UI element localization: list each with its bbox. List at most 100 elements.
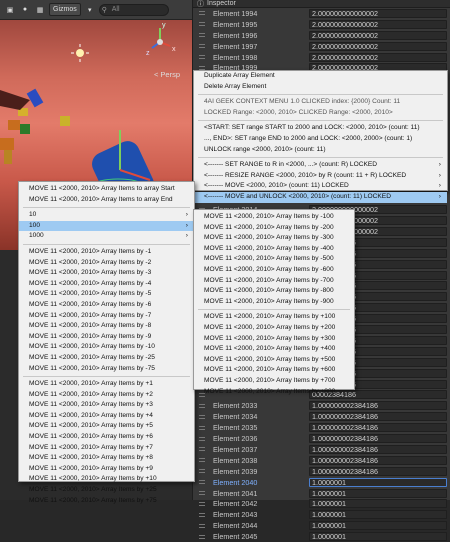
element-row[interactable]: Element 2045 1.0000001 [199,531,447,542]
element-value-field[interactable]: 1.0000001 [309,499,447,509]
move-by-negative-item[interactable]: MOVE 11 <2000, 2010> Array Items by -1 [19,247,194,258]
element-row[interactable]: Element 2039 1.000000002384186 [199,466,447,477]
element-value-field[interactable]: 1.0000001 [309,521,447,531]
move-by-negative-item[interactable]: MOVE 11 <2000, 2010> Array Items by -10 [19,342,194,353]
draw-mode-icon[interactable]: ▣ [4,4,16,16]
delete-element-item[interactable]: Delete Array Element [194,82,447,93]
move-by-negative-100-item[interactable]: MOVE 11 <2000, 2010> Array Items by -100 [194,212,354,223]
unlock-range-item[interactable]: UNLOCK range <2000, 2010> (count: 11) [194,145,447,156]
element-row[interactable]: Element 1998 2.000000000000002 [199,52,447,63]
move-by-negative-item[interactable]: MOVE 11 <2000, 2010> Array Items by -8 [19,321,194,332]
drag-handle-icon[interactable] [199,512,205,517]
element-value-field[interactable]: 1.0000001 [309,477,447,487]
move-to-end-item[interactable]: MOVE 11 <2000, 2010> Array Items to arra… [19,195,194,206]
gizmos-button[interactable]: Gizmos [49,3,81,16]
move-item[interactable]: <------- MOVE <2000, 2010> (count: 11) L… [194,181,447,192]
set-range-item[interactable]: <------- SET RANGE to R in <2000, ...> (… [194,160,447,171]
group-10-item[interactable]: 10 › [19,210,194,221]
move-by-negative-item[interactable]: MOVE 11 <2000, 2010> Array Items by -2 [19,258,194,269]
element-value-field[interactable]: 1.000000002384186 [309,455,447,465]
duplicate-element-item[interactable]: Duplicate Array Element [194,71,447,82]
element-value-field[interactable]: 1.0000001 [309,510,447,520]
move-by-negative-100-item[interactable]: MOVE 11 <2000, 2010> Array Items by -800 [194,286,354,297]
move-by-negative-item[interactable]: MOVE 11 <2000, 2010> Array Items by -3 [19,268,194,279]
move-by-positive-item[interactable]: MOVE 11 <2000, 2010> Array Items by +3 [19,400,194,411]
drag-handle-icon[interactable] [199,480,205,485]
element-row[interactable]: Element 2034 1.000000002384186 [199,411,447,422]
move-by-negative-100-item[interactable]: MOVE 11 <2000, 2010> Array Items by -400 [194,244,354,255]
drag-handle-icon[interactable] [199,33,205,38]
element-row[interactable]: Element 1995 2.000000000000002 [199,19,447,30]
move-by-negative-100-item[interactable]: MOVE 11 <2000, 2010> Array Items by -600 [194,265,354,276]
element-value-field[interactable]: 2.000000000000002 [309,8,447,18]
move-by-negative-item[interactable]: MOVE 11 <2000, 2010> Array Items by -9 [19,332,194,343]
element-value-field[interactable]: 2.000000000000002 [309,30,447,40]
element-row[interactable]: Element 2036 1.000000002384186 [199,433,447,444]
move-by-positive-item[interactable]: MOVE 11 <2000, 2010> Array Items by +2 [19,390,194,401]
move-by-positive-100-item[interactable]: MOVE 11 <2000, 2010> Array Items by +300 [194,334,354,345]
drag-handle-icon[interactable] [199,414,205,419]
move-by-positive-item[interactable]: MOVE 11 <2000, 2010> Array Items by +5 [19,421,194,432]
move-and-unlock-item[interactable]: <------- MOVE and UNLOCK <2000, 2010> (c… [194,191,447,203]
move-by-positive-100-item[interactable]: MOVE 11 <2000, 2010> Array Items by +100 [194,312,354,323]
element-row[interactable]: Element 2033 1.000000002384186 [199,400,447,411]
move-by-negative-100-item[interactable]: MOVE 11 <2000, 2010> Array Items by -900 [194,297,354,308]
element-value-field[interactable]: 2.000000000000002 [309,19,447,29]
element-value-field[interactable]: 1.000000002384186 [309,434,447,444]
move-by-negative-item[interactable]: MOVE 11 <2000, 2010> Array Items by -7 [19,311,194,322]
resize-range-item[interactable]: <------- RESIZE RANGE <2000, 2010> by R … [194,171,447,182]
element-row[interactable]: Element 2042 1.0000001 [199,499,447,510]
element-value-field[interactable]: 1.0000001 [309,532,447,542]
move-by-positive-item[interactable]: MOVE 11 <2000, 2010> Array Items by +25 [19,485,194,496]
set-range-start-item[interactable]: <START: SET range START to 2000 and LOCK… [194,123,447,134]
element-row[interactable]: Element 2041 1.0000001 [199,488,447,499]
inspector-tab[interactable]: ⓘ Inspector [193,0,450,8]
move-by-negative-item[interactable]: MOVE 11 <2000, 2010> Array Items by -6 [19,300,194,311]
drag-handle-icon[interactable] [199,44,205,49]
element-row[interactable]: Element 2044 1.0000001 [199,520,447,531]
element-value-field[interactable]: 1.000000002384186 [309,412,447,422]
element-row[interactable]: Element 2037 1.000000002384186 [199,444,447,455]
move-by-negative-100-item[interactable]: MOVE 11 <2000, 2010> Array Items by -300 [194,233,354,244]
move-by-positive-item[interactable]: MOVE 11 <2000, 2010> Array Items by +1 [19,379,194,390]
grid-icon[interactable]: ▦ [34,4,46,16]
move-by-positive-item[interactable]: MOVE 11 <2000, 2010> Array Items by +6 [19,432,194,443]
move-by-positive-item[interactable]: MOVE 11 <2000, 2010> Array Items by +4 [19,411,194,422]
move-by-negative-100-item[interactable]: MOVE 11 <2000, 2010> Array Items by -200 [194,223,354,234]
drag-handle-icon[interactable] [199,447,205,452]
element-value-field[interactable]: 2.000000000000002 [309,52,447,62]
element-row[interactable]: Element 2035 1.000000002384186 [199,422,447,433]
move-to-start-item[interactable]: MOVE 11 <2000, 2010> Array Items to arra… [19,184,194,195]
move-by-positive-100-item[interactable]: MOVE 11 <2000, 2010> Array Items by +200 [194,323,354,334]
move-by-negative-item[interactable]: MOVE 11 <2000, 2010> Array Items by -4 [19,279,194,290]
move-by-negative-item[interactable]: MOVE 11 <2000, 2010> Array Items by -5 [19,289,194,300]
drag-handle-icon[interactable] [199,11,205,16]
group-1000-item[interactable]: 1000 › [19,231,194,242]
element-row[interactable]: Element 2038 1.000000002384186 [199,455,447,466]
element-row[interactable]: Element 1994 2.000000000000002 [199,8,447,19]
drag-handle-icon[interactable] [199,425,205,430]
move-by-negative-100-item[interactable]: MOVE 11 <2000, 2010> Array Items by -500 [194,254,354,265]
move-by-positive-item[interactable]: MOVE 11 <2000, 2010> Array Items by +8 [19,453,194,464]
drag-handle-icon[interactable] [199,55,205,60]
move-by-positive-100-item[interactable]: MOVE 11 <2000, 2010> Array Items by +700 [194,376,354,387]
drag-handle-icon[interactable] [199,436,205,441]
element-row[interactable]: Element 1996 2.000000000000002 [199,30,447,41]
camera-icon[interactable]: ● [19,4,31,16]
drag-handle-icon[interactable] [199,501,205,506]
persp-label[interactable]: < Persp [154,70,180,79]
move-by-positive-100-item[interactable]: MOVE 11 <2000, 2010> Array Items by +600 [194,365,354,376]
move-by-negative-item[interactable]: MOVE 11 <2000, 2010> Array Items by -25 [19,353,194,364]
element-row[interactable]: Element 2043 1.0000001 [199,509,447,520]
drag-handle-icon[interactable] [199,523,205,528]
group-100-item[interactable]: 100 › [19,220,194,232]
dropdown-arrow-icon[interactable]: ▾ [84,4,96,16]
element-value-field[interactable]: 1.000000002384186 [309,444,447,454]
move-by-positive-100-item[interactable]: MOVE 11 <2000, 2010> Array Items by +500 [194,355,354,366]
move-by-positive-item[interactable]: MOVE 11 <2000, 2010> Array Items by +75 [19,496,194,507]
element-value-field[interactable]: 1.000000002384186 [309,466,447,476]
scene-search-input[interactable]: All [98,3,169,16]
element-value-field[interactable]: 2.000000000000002 [309,41,447,51]
drag-handle-icon[interactable] [199,534,205,539]
set-range-end-item[interactable]: ..., END>: SET range END to 2000 and LOC… [194,134,447,145]
